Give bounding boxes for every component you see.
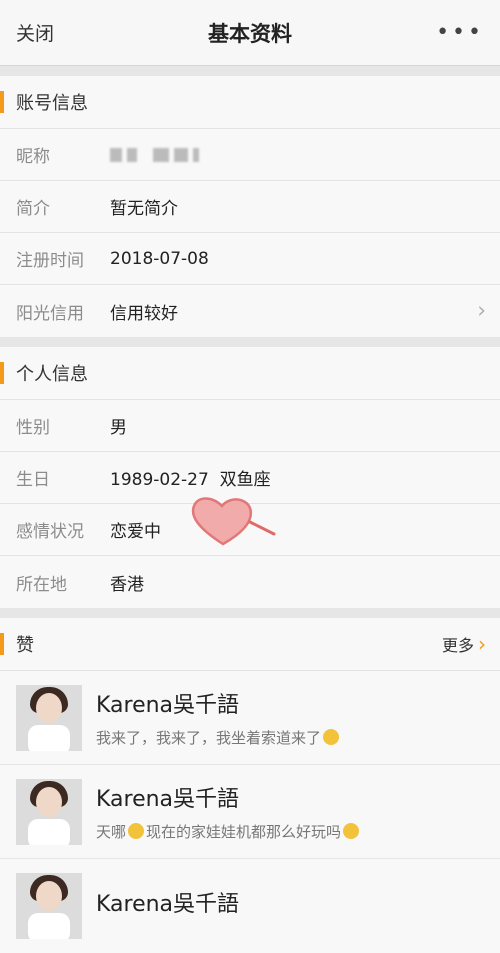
bio-row: 简介 暂无简介 (0, 181, 500, 233)
account-info-header: 账号信息 (0, 76, 500, 129)
likes-section: 赞 更多 › Karena吳千語 我来了，我来了，我坐着索道来了 Karena吳… (0, 618, 500, 953)
smile-emoji-icon (323, 729, 340, 745)
section-divider (0, 66, 500, 76)
register-date-label: 注册时间 (16, 251, 84, 271)
nickname-value-blurred (110, 147, 199, 162)
like-list-item[interactable]: Karena吳千語 天哪 现在的家娃娃机都那么好玩吗 (0, 765, 500, 859)
register-date-value: 2018-07-08 (110, 248, 209, 269)
chevron-right-icon: › (478, 632, 486, 656)
like-user-name[interactable]: Karena吳千語 (96, 781, 361, 813)
like-message-text: 天哪 (96, 823, 127, 841)
nickname-row: 昵称 (0, 129, 500, 181)
page-title: 基本资料 (208, 21, 292, 46)
avatar[interactable] (16, 873, 82, 939)
heart-annotation-icon (191, 497, 276, 546)
gender-row: 性别 男 (0, 400, 500, 452)
relationship-label: 感情状况 (16, 522, 84, 542)
section-divider (0, 608, 500, 618)
section-accent-bar (0, 362, 4, 384)
sunshine-credit-label: 阳光信用 (16, 303, 84, 324)
account-info-section: 账号信息 昵称 简介 暂无简介 注册时间 2018-07-08 阳光信用 信用较… (0, 76, 500, 337)
more-likes-link[interactable]: 更多 › (442, 632, 486, 656)
close-button[interactable]: 关闭 (16, 19, 54, 46)
personal-info-section: 个人信息 性别 男 生日 1989-02-27 双鱼座 感情状况 恋爱中 所在地… (0, 347, 500, 608)
section-accent-bar (0, 633, 4, 655)
location-value: 香港 (110, 574, 144, 595)
like-user-name[interactable]: Karena吳千語 (96, 886, 239, 918)
gender-label: 性别 (16, 418, 50, 438)
relationship-value: 恋爱中 (110, 522, 161, 542)
like-message-text: 我来了，我来了，我坐着索道来了 (96, 729, 322, 747)
location-row: 所在地 香港 (0, 556, 500, 608)
birthday-label: 生日 (16, 470, 50, 490)
like-user-name[interactable]: Karena吳千語 (96, 687, 341, 719)
birthday-value: 1989-02-27 双鱼座 (110, 470, 271, 490)
top-nav-bar: 关闭 基本资料 ••• (0, 0, 500, 66)
likes-header: 赞 更多 › (0, 618, 500, 671)
sunshine-credit-row[interactable]: 阳光信用 信用较好 › (0, 285, 500, 337)
sunshine-credit-value: 信用较好 (110, 303, 178, 324)
like-message-text: 现在的家娃娃机都那么好玩吗 (146, 823, 342, 841)
upside-down-emoji-icon (343, 823, 360, 839)
section-title: 账号信息 (16, 93, 88, 114)
more-options-button[interactable]: ••• (436, 20, 484, 45)
bio-value: 暂无简介 (110, 199, 178, 219)
section-accent-bar (0, 91, 4, 113)
like-message: 我来了，我来了，我坐着索道来了 (96, 727, 341, 748)
avatar[interactable] (16, 778, 82, 845)
more-likes-label: 更多 (441, 636, 474, 655)
gender-value: 男 (110, 418, 127, 438)
register-date-row: 注册时间 2018-07-08 (0, 233, 500, 285)
like-message: 天哪 现在的家娃娃机都那么好玩吗 (96, 821, 361, 842)
section-title: 个人信息 (16, 364, 88, 385)
like-list-item[interactable]: Karena吳千語 我来了，我来了，我坐着索道来了 (0, 671, 500, 765)
section-divider (0, 337, 500, 347)
nickname-label: 昵称 (16, 147, 50, 167)
section-title: 赞 (16, 635, 34, 656)
chevron-right-icon: › (477, 298, 486, 324)
location-label: 所在地 (16, 574, 67, 595)
crying-emoji-icon (128, 823, 145, 839)
avatar[interactable] (16, 684, 82, 751)
bio-label: 简介 (16, 199, 50, 219)
like-list-item[interactable]: Karena吳千語 (0, 859, 500, 953)
personal-info-header: 个人信息 (0, 347, 500, 400)
